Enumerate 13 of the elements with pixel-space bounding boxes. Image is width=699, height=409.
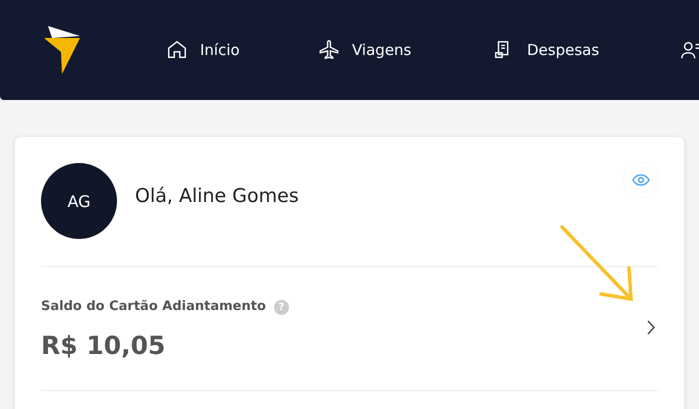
- home-icon: [166, 39, 188, 61]
- greeting: Olá, Aline Gomes: [135, 185, 300, 207]
- avatar: AG: [41, 163, 117, 239]
- balance-amount: R$ 10,05: [41, 331, 166, 360]
- eye-icon: [632, 174, 650, 186]
- nav-link[interactable]: Início: [166, 39, 318, 61]
- user-icon: [680, 39, 699, 61]
- nav-link[interactable]: Viagens: [318, 39, 493, 61]
- chevron-right-icon[interactable]: [647, 320, 656, 335]
- airplane-icon: [318, 39, 340, 61]
- nav-link[interactable]: Despesas: [493, 39, 680, 61]
- logo-icon: [44, 26, 82, 74]
- balance-label: Saldo do Cartão Adiantamento: [41, 299, 266, 314]
